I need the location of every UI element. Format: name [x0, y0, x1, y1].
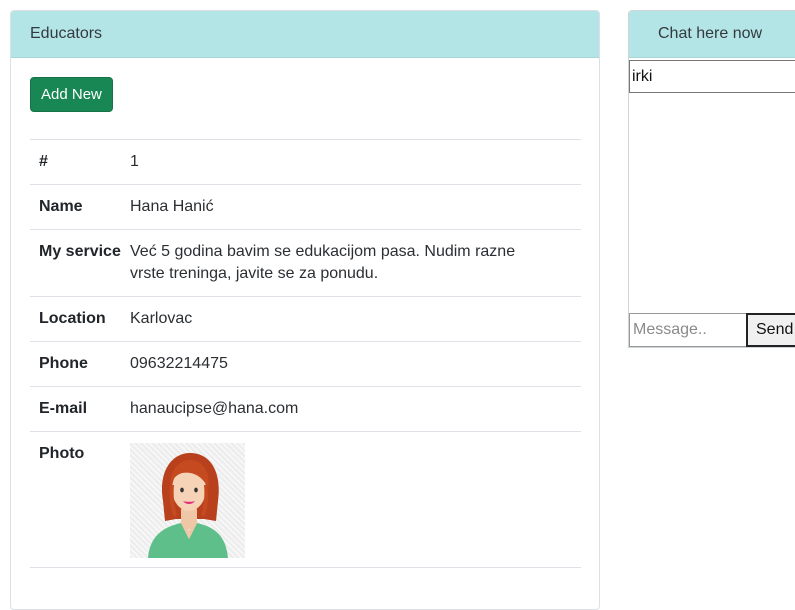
id-label: # [39, 153, 48, 170]
chat-header: Chat here now [629, 11, 795, 58]
chat-username-input[interactable] [629, 60, 795, 93]
phone-label: Phone [39, 355, 88, 372]
photo-label: Photo [39, 445, 85, 462]
service-value: Već 5 godina bavim se edukacijom pasa. N… [130, 243, 516, 282]
chat-panel: Chat here now Send [628, 10, 795, 348]
educator-details-table: # 1 Name Hana Hanić My service Već 5 god… [30, 139, 581, 568]
table-row: E-mail hanaucipse@hana.com [30, 386, 581, 432]
educators-header: Educators [11, 11, 599, 58]
phone-value: 09632214475 [130, 355, 228, 372]
female-avatar-icon [148, 453, 228, 558]
email-value: hanaucipse@hana.com [130, 400, 299, 417]
table-row: Location Karlovac [30, 296, 581, 342]
send-button[interactable]: Send [746, 313, 795, 347]
table-row: # 1 [30, 139, 581, 185]
add-new-button[interactable]: Add New [30, 77, 113, 112]
educators-card: Educators Add New # 1 Name Hana Hanić My… [10, 10, 600, 610]
message-input[interactable] [629, 313, 747, 347]
table-row: Phone 09632214475 [30, 341, 581, 387]
location-value: Karlovac [130, 310, 193, 327]
name-label: Name [39, 198, 83, 215]
educator-photo [130, 443, 245, 558]
table-row: My service Već 5 godina bavim se edukaci… [30, 229, 581, 297]
email-label: E-mail [39, 400, 88, 417]
location-label: Location [39, 310, 106, 327]
id-value: 1 [130, 153, 139, 170]
table-row: Name Hana Hanić [30, 184, 581, 230]
table-row: Photo [30, 431, 581, 568]
name-value: Hana Hanić [130, 198, 214, 215]
service-label: My service [39, 243, 121, 260]
